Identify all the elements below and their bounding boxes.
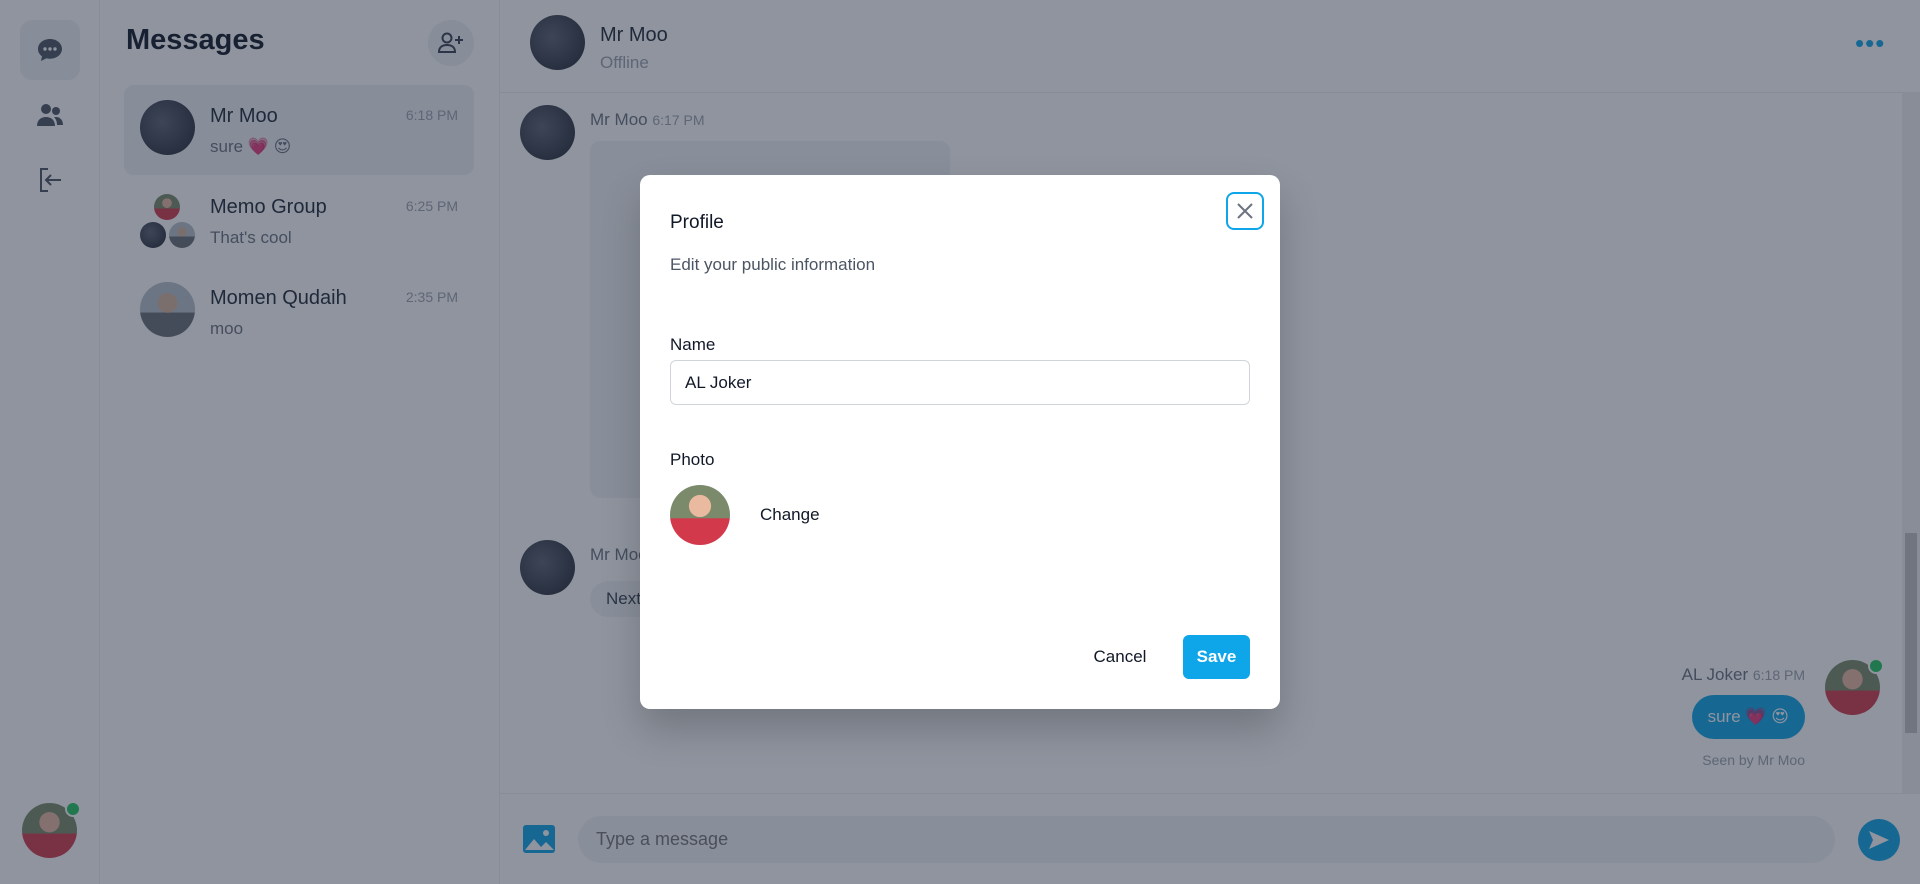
cancel-button[interactable]: Cancel bbox=[1080, 635, 1160, 679]
profile-photo bbox=[670, 485, 730, 545]
change-photo-button[interactable]: Change bbox=[760, 505, 820, 525]
close-icon bbox=[1237, 203, 1253, 219]
photo-label: Photo bbox=[670, 450, 715, 469]
close-button[interactable] bbox=[1226, 192, 1264, 230]
name-input[interactable] bbox=[670, 360, 1250, 405]
modal-title: Profile bbox=[670, 212, 724, 233]
name-label: Name bbox=[670, 335, 716, 354]
save-button[interactable]: Save bbox=[1183, 635, 1250, 679]
profile-modal: Profile Edit your public information Nam… bbox=[640, 175, 1280, 709]
modal-subtitle: Edit your public information bbox=[670, 255, 876, 274]
